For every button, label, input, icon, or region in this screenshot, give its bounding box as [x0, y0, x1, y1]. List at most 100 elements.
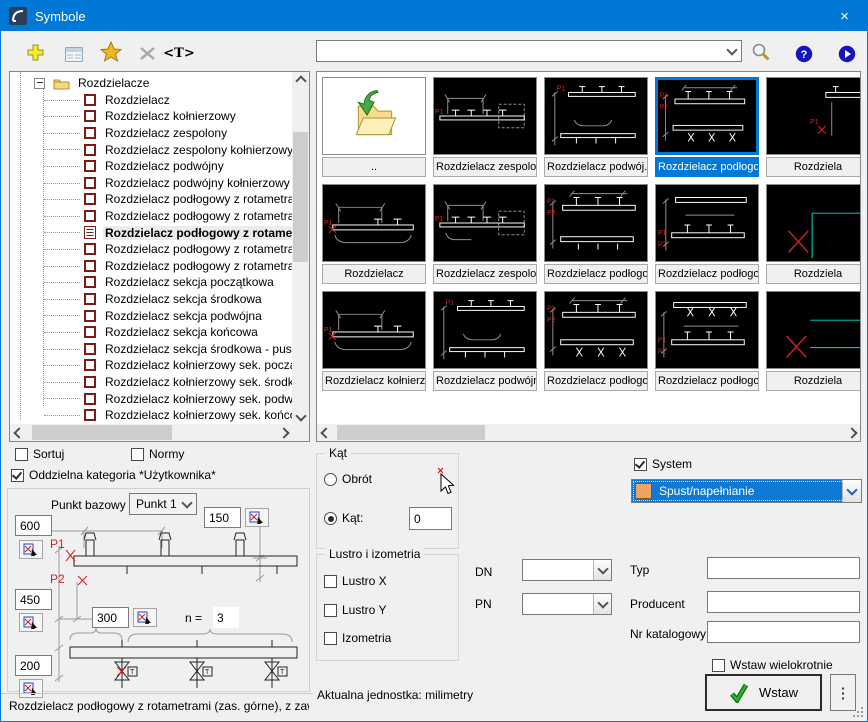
close-button[interactable]: ×: [822, 1, 867, 31]
lustro-x-checkbox[interactable]: [324, 575, 337, 588]
pick-150-button[interactable]: [245, 508, 269, 527]
tree-item[interactable]: Rozdzielacz sekcja środkowa - pusta: [10, 341, 292, 358]
dn-select[interactable]: [522, 559, 612, 581]
tree-item[interactable]: Rozdzielacz podłogowy z rotametrami (zas: [10, 191, 292, 208]
scroll-up-arrow[interactable]: [292, 72, 309, 89]
pick-600-button[interactable]: [19, 540, 43, 559]
search-combobox[interactable]: [316, 40, 742, 62]
producent-input[interactable]: [707, 591, 860, 613]
scrollbar-thumb[interactable]: [32, 425, 172, 440]
tile[interactable]: P1 Rozdziela: [766, 77, 861, 177]
tree-item[interactable]: Rozdzielacz podwójny kołnierzowy: [10, 175, 292, 192]
thumbnail-grid-panel: .. P1 Rozdzielacz zespolony P1 Rozdziela…: [316, 71, 861, 442]
tree-item[interactable]: Rozdzielacz sekcja podwójna: [10, 307, 292, 324]
obrot-radio[interactable]: [324, 473, 337, 486]
tree-node-rozdzielacze[interactable]: Rozdzielacze: [10, 75, 292, 92]
kat-value-input[interactable]: [409, 507, 452, 530]
tree-item[interactable]: Rozdzielacz kołnierzowy: [10, 108, 292, 125]
scroll-left-arrow[interactable]: [10, 424, 27, 441]
tree-item[interactable]: Rozdzielacz zespolony kołnierzowy: [10, 141, 292, 158]
vertical-ellipsis-icon: ⋮: [836, 684, 851, 702]
tree-vertical-scrollbar[interactable]: [292, 72, 309, 424]
typ-input[interactable]: [707, 557, 860, 579]
favorites-button[interactable]: [97, 38, 125, 64]
tile[interactable]: P1P2 Rozdzielacz podłogo...: [544, 291, 648, 391]
tile-label: Rozdzielacz podwójny: [433, 371, 537, 391]
properties-button[interactable]: [60, 41, 88, 67]
dn-dropdown-button[interactable]: [593, 560, 611, 580]
tile[interactable]: P1 Rozdzielacz podwój...: [544, 77, 648, 177]
tile[interactable]: P1 Rozdzielacz podwójny: [433, 291, 537, 391]
tree-item[interactable]: Rozdzielacz kołnierzowy sek. końcowa: [10, 407, 292, 424]
search-button[interactable]: [747, 39, 775, 65]
tree-item[interactable]: Rozdzielacz kołnierzowy sek. podwójna: [10, 390, 292, 407]
dim-200-input[interactable]: [15, 655, 52, 676]
tile-folder-up[interactable]: ..: [322, 77, 426, 177]
collapse-icon[interactable]: [34, 78, 45, 89]
tile[interactable]: P1 Rozdzielacz zespolo...: [433, 184, 537, 284]
cad-thumbnail: P1: [433, 291, 537, 369]
pn-select[interactable]: [522, 593, 612, 615]
tree-item[interactable]: Rozdzielacz sekcja środkowa: [10, 291, 292, 308]
search-input[interactable]: [317, 41, 722, 61]
n-label: n =: [185, 611, 202, 625]
scroll-down-arrow[interactable]: [292, 407, 309, 424]
tile[interactable]: P1P2 Rozdzielacz podłogo...: [655, 184, 759, 284]
tree-item[interactable]: Rozdzielacz podłogowy z rotametrami (zas: [10, 208, 292, 225]
text-symbol-button[interactable]: <T>: [165, 40, 193, 66]
help-button[interactable]: ?: [790, 41, 818, 67]
tree-item[interactable]: Rozdzielacz sekcja początkowa: [10, 274, 292, 291]
tile[interactable]: Rozdziela: [766, 184, 861, 284]
resize-grip[interactable]: [852, 706, 864, 718]
izometria-checkbox[interactable]: [324, 632, 337, 645]
system-checkbox[interactable]: [634, 458, 647, 471]
scroll-right-arrow[interactable]: [275, 424, 292, 441]
pick-300-button[interactable]: [133, 608, 157, 627]
system-dropdown-button[interactable]: [842, 480, 861, 502]
nr-katalogowy-input[interactable]: [707, 621, 860, 643]
tree-item[interactable]: Rozdzielacz sekcja końcowa: [10, 324, 292, 341]
tile[interactable]: P1 Rozdzielacz: [322, 184, 426, 284]
scroll-right-arrow[interactable]: [843, 424, 860, 441]
pick-200-button[interactable]: [19, 679, 43, 698]
kat-radio[interactable]: [324, 512, 337, 525]
scrollbar-thumb[interactable]: [293, 132, 308, 262]
grid-horizontal-scrollbar[interactable]: [317, 424, 860, 441]
tree-horizontal-scrollbar[interactable]: [10, 424, 292, 441]
scroll-left-arrow[interactable]: [317, 424, 334, 441]
pick-450-button[interactable]: [19, 613, 43, 632]
tile[interactable]: P1 Rozdzielacz kołnierz...: [322, 291, 426, 391]
tree-item[interactable]: Rozdzielacz kołnierzowy sek. początkowa: [10, 357, 292, 374]
add-symbol-button[interactable]: [21, 39, 49, 65]
tile[interactable]: P1P2 Rozdzielacz podłogo...: [544, 184, 648, 284]
wstaw-button[interactable]: Wstaw: [705, 674, 822, 711]
tile[interactable]: Rozdziela: [766, 291, 861, 391]
tree-item[interactable]: Rozdzielacz podwójny: [10, 158, 292, 175]
run-button[interactable]: [833, 41, 861, 67]
tree-item[interactable]: Rozdzielacz: [10, 92, 292, 109]
dim-450-input[interactable]: [15, 589, 52, 610]
lustro-y-checkbox[interactable]: [324, 604, 337, 617]
system-select[interactable]: Spust/napełnianie: [631, 479, 862, 503]
dim-300-input[interactable]: [92, 607, 129, 628]
tile-selected[interactable]: P1P2 Rozdzielacz podłogo...: [655, 77, 759, 177]
pn-dropdown-button[interactable]: [593, 594, 611, 614]
tree-item-selected[interactable]: Rozdzielacz podłogowy z rotametra: [10, 224, 292, 241]
dim-150-input[interactable]: [204, 507, 241, 528]
tile[interactable]: P1 Rozdzielacz zespolony: [433, 77, 537, 177]
delete-button[interactable]: [133, 40, 161, 66]
normy-checkbox[interactable]: [131, 448, 144, 461]
dim-600-input[interactable]: [15, 515, 52, 536]
search-dropdown-chevron-icon[interactable]: [726, 44, 737, 55]
symbol-icon: [84, 343, 96, 355]
tile[interactable]: P1P2 Rozdzielacz podłogo...: [655, 291, 759, 391]
tree-item[interactable]: Rozdzielacz zespolony: [10, 125, 292, 142]
n-count-input[interactable]: [213, 607, 239, 628]
tree-item[interactable]: Rozdzielacz podłogowy z rotametrami (zas: [10, 258, 292, 275]
oddzielna-kategoria-checkbox[interactable]: [11, 469, 24, 482]
tree-item[interactable]: Rozdzielacz podłogowy z rotametrami (zas: [10, 241, 292, 258]
tree-item[interactable]: Rozdzielacz kołnierzowy sek. środkowa: [10, 374, 292, 391]
wstaw-wielokrotnie-checkbox[interactable]: [712, 659, 725, 672]
sortuj-checkbox[interactable]: [15, 448, 28, 461]
scrollbar-thumb[interactable]: [337, 425, 485, 440]
